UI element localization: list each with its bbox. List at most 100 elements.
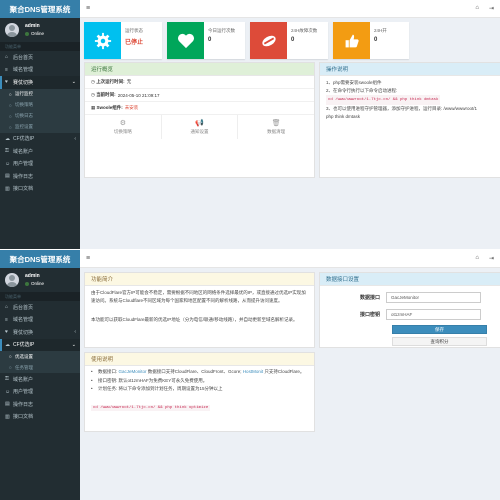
heart-icon: ♥ — [5, 329, 8, 336]
home-icon: ⌂ — [5, 54, 9, 61]
sidebar-item-home[interactable]: ⌂ 后台首页 — [0, 301, 80, 314]
sidebar-item-apidoc[interactable]: ▥ 接口文档 — [0, 411, 80, 424]
usage-item-key: 接口密钥: 默认ot1zmHAF为免费KEY可永久免费使用。 — [91, 377, 308, 386]
logout-icon[interactable]: ⇥ — [489, 5, 494, 12]
menu-toggle-icon[interactable]: ≡ — [86, 255, 90, 262]
swoole-status: 未安装 — [124, 105, 139, 110]
switch-icon: ⚙ — [119, 120, 126, 127]
guide-title: 操作说明 — [320, 63, 500, 76]
api-select[interactable]: GacJeMonitor — [386, 291, 481, 303]
screen-cf-optimize: 聚合DNS管理系统 admin Online 功能菜单 ⌂ 后台首页 ≡ 域名管理 … — [0, 250, 500, 500]
home-icon[interactable]: ⌂ — [475, 255, 479, 262]
fault-icon — [250, 22, 287, 59]
user-name: admin — [25, 23, 40, 29]
trash-icon: 🗑 — [271, 120, 281, 127]
sidebar-sub-optimize-settings[interactable]: ○ 优选设置 — [0, 351, 80, 362]
cloud-icon: ☁ — [5, 341, 10, 348]
screen-run-monitor: 聚合DNS管理系统 admin Online 功能菜单 ⌂ 后台首页 ≡ 域名管理 … — [0, 0, 500, 250]
sidebar-item-home[interactable]: ⌂ 后台首页 — [0, 51, 80, 64]
thumbs-up-icon — [333, 22, 370, 59]
sidebar-sub-monitor[interactable]: ○ 运行监控 — [0, 88, 80, 100]
settings-form: 数据接口 GacJeMonitor 接口密钥 ot1zmHAF 保存 查询积分 — [320, 286, 500, 346]
sidebar-item-users[interactable]: ☺ 用户管理 — [0, 158, 80, 171]
usage-title: 使用说明 — [85, 353, 314, 366]
save-button[interactable]: 保存 — [392, 325, 487, 334]
heart-icon: ♥ — [5, 79, 8, 86]
logout-icon[interactable]: ⇥ — [489, 255, 494, 262]
sidebar-item-cfip[interactable]: ☁ CF优选IP ‹ — [0, 133, 80, 146]
sidebar-item-accounts[interactable]: ⚿ 域名账户 — [0, 145, 80, 158]
stat-card-24h-faults: 24H故障次数 0 — [250, 22, 328, 59]
last-run-row: ◷ 上次运行时间: 无 — [85, 76, 314, 89]
guide-text: 1、php需要安装swoole组件 2、在命令行执行以下命令启动进程: cd /… — [326, 80, 478, 119]
sidebar-item-domains[interactable]: ≡ 域名管理 — [0, 64, 80, 77]
sidebar-item-accounts[interactable]: ⚿ 域名账户 — [0, 373, 80, 386]
quick-actions: ⚙ 切换策略 📢 通知设置 🗑 数据清理 — [85, 115, 314, 139]
switch-strategy-button[interactable]: ⚙ 切换策略 — [85, 115, 162, 139]
usage-item-api: 数据接口: GacJeMonitor 数据接口支持CloudFlare、Clou… — [91, 368, 308, 377]
overview-panel: 运行概览 ◷ 上次运行时间: 无 ◷ 当前时间: 2024-05-10 21:09:… — [84, 62, 315, 178]
brand-title[interactable]: 聚合DNS管理系统 — [0, 0, 80, 18]
data-cleanup-button[interactable]: 🗑 数据清理 — [238, 115, 314, 139]
sidebar-item-cfip[interactable]: ☁ CF优选IP ⌄ — [0, 338, 80, 351]
intro-text: 由于CloudFlare官方IP可能会不稳定，需要根据不同地区的网络条件选择最优… — [91, 290, 306, 322]
key-row: 接口密钥 ot1zmHAF — [320, 307, 500, 321]
overview-title: 运行概览 — [85, 63, 314, 76]
topbar: ≡ ⌂ ⇥ — [80, 250, 500, 268]
settings-panel: 数据接口设置 数据接口 GacJeMonitor 接口密钥 ot1zmHAF 保存 … — [319, 272, 500, 348]
intro-panel: 功能简介 由于CloudFlare官方IP可能会不稳定，需要根据不同地区的网络条… — [84, 272, 315, 348]
swoole-row: ▦ Swoole组件: 未安装 — [85, 102, 314, 115]
online-dot-icon — [25, 31, 29, 36]
home-icon[interactable]: ⌂ — [475, 5, 479, 12]
sidebar-item-domains[interactable]: ≡ 域名管理 — [0, 314, 80, 327]
list-icon: ≡ — [5, 316, 8, 323]
brand-title[interactable]: 聚合DNS管理系统 — [0, 250, 80, 268]
cron-command: cd /www/wwwroot/1.7tjc.cn/ && php think … — [91, 404, 211, 411]
sidebar-item-oplog[interactable]: ▤ 操作日志 — [0, 170, 80, 183]
chevron-down-icon: ⌄ — [71, 341, 76, 348]
sidebar-item-users[interactable]: ☺ 用户管理 — [0, 386, 80, 399]
sidebar-item-failover[interactable]: ♥ 赛仗切换 ‹ — [0, 326, 80, 339]
heart-icon — [167, 22, 204, 59]
link-hostmonit[interactable]: HostMonit — [243, 369, 263, 374]
book-icon: ▥ — [5, 413, 10, 420]
chevron-left-icon: ‹ — [74, 329, 76, 336]
user-panel: admin Online — [0, 268, 80, 292]
api-key-input[interactable]: ot1zmHAF — [386, 308, 481, 320]
user-panel: admin Online — [0, 18, 80, 42]
bullhorn-icon: 📢 — [195, 120, 204, 127]
usage-panel: 使用说明 数据接口: GacJeMonitor 数据接口支持CloudFlare… — [84, 352, 315, 432]
stat-card-today-runs: 今日运行次数 0 — [167, 22, 245, 59]
usage-item-cron: 计划任务: 将以下命令添加到计划任务，周期设置为15分钟以上 — [91, 385, 308, 394]
sidebar: 聚合DNS管理系统 admin Online 功能菜单 ⌂ 后台首页 ≡ 域名管理 … — [0, 250, 80, 500]
user-name: admin — [25, 273, 40, 279]
query-points-button[interactable]: 查询积分 — [392, 337, 487, 346]
list-icon: ≡ — [5, 66, 8, 73]
key-label: 接口密钥 — [359, 311, 380, 318]
guide-panel: 操作说明 1、php需要安装swoole组件 2、在命令行执行以下命令启动进程:… — [319, 62, 500, 178]
online-dot-icon — [25, 281, 29, 286]
nav-header: 功能菜单 — [0, 292, 80, 301]
sidebar-item-oplog[interactable]: ▤ 操作日志 — [0, 398, 80, 411]
avatar — [5, 273, 19, 287]
chevron-left-icon: ‹ — [74, 135, 76, 142]
user-status: Online — [25, 30, 44, 37]
gear-icon — [84, 22, 121, 59]
sidebar-item-apidoc[interactable]: ▥ 接口文档 — [0, 183, 80, 196]
notify-settings-button[interactable]: 📢 通知设置 — [162, 115, 239, 139]
user-status: Online — [25, 280, 44, 287]
intro-title: 功能简介 — [85, 273, 314, 286]
settings-title: 数据接口设置 — [320, 273, 500, 286]
link-gacjemonitor[interactable]: GacJeMonitor — [119, 369, 147, 374]
sidebar-sub-logs[interactable]: ○ 切换日志 — [0, 110, 80, 122]
sidebar-sub-strategy[interactable]: ○ 切换策略 — [0, 99, 80, 111]
sidebar-item-failover[interactable]: ♥ 赛仗切换 ⌄ — [0, 76, 80, 89]
cloud-icon: ☁ — [5, 135, 10, 142]
home-icon: ⌂ — [5, 304, 9, 311]
sidebar-sub-settings[interactable]: ○ 监控设置 — [0, 121, 80, 133]
api-row: 数据接口 GacJeMonitor — [320, 290, 500, 304]
sidebar-sub-task-manage[interactable]: ○ 任务管理 — [0, 362, 80, 373]
run-status-value: 已停止 — [125, 40, 144, 46]
menu-toggle-icon[interactable]: ≡ — [86, 5, 90, 12]
main-content: 运行状态 已停止 今日运行次数 0 24H故障次数 0 24H开 0 运行概览 … — [80, 18, 500, 250]
